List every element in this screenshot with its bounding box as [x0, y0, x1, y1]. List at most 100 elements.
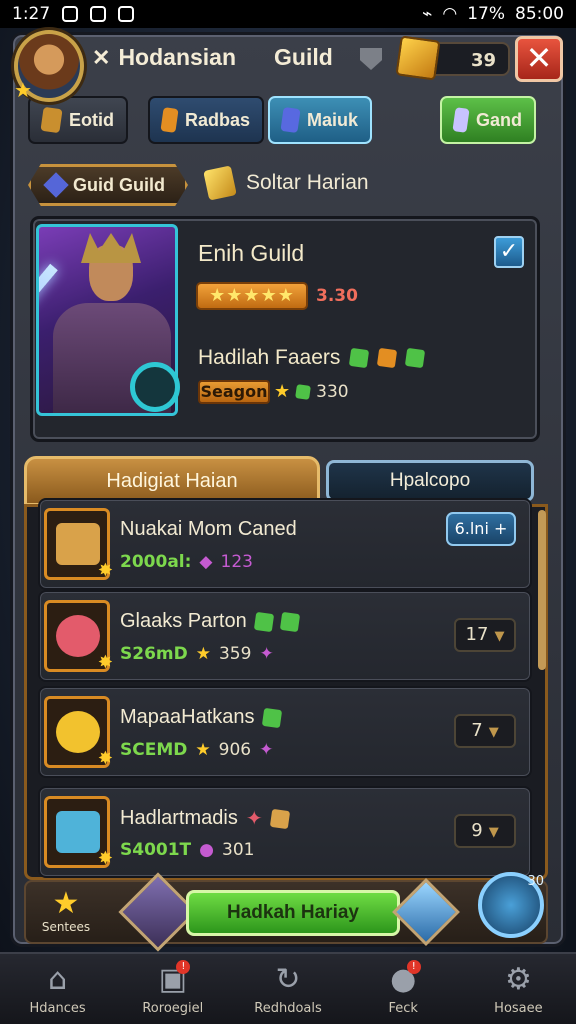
- blue-cube-icon: [280, 106, 301, 134]
- list-item[interactable]: ✸ Nuakai Mom Caned 2000al: ◆ 123 6.lni +: [38, 498, 532, 590]
- item-stats: S26mD ★ 359 ✦: [120, 644, 274, 664]
- scrollbar[interactable]: [538, 510, 546, 670]
- item-stat-tail: 301: [222, 840, 255, 860]
- chest-icon: [56, 523, 100, 565]
- item-stat-tail: 906: [218, 740, 252, 760]
- item-stats: 2000al: ◆ 123: [120, 552, 253, 572]
- chest-count: 30: [527, 874, 544, 889]
- item-name-text: MapaaHatkans: [120, 706, 255, 728]
- gold-cube-icon: [40, 106, 63, 134]
- nav-label: Feck: [388, 1000, 418, 1016]
- green-cube-icon: [279, 611, 300, 632]
- star-rating-value: 3.30: [316, 286, 358, 306]
- gem-icon: [56, 615, 100, 657]
- green-cube-icon: [261, 707, 282, 728]
- orange-cube-icon: [377, 347, 398, 369]
- home-icon: ⌂: [48, 962, 68, 997]
- guild-title-suffix: Guild: [274, 44, 333, 70]
- hero-checkbox[interactable]: ✓: [494, 236, 524, 268]
- quantity-dropdown[interactable]: 7 ▼: [454, 714, 516, 748]
- green-cube-icon: [405, 347, 426, 369]
- orange-cube-icon: [160, 107, 179, 133]
- notification-badge: !: [406, 960, 421, 974]
- gem-icon: ✦: [245, 808, 263, 830]
- chevron-down-icon: ▼: [488, 825, 499, 840]
- green-cube-icon: [253, 611, 274, 632]
- item-stat-value: SCEMD: [120, 740, 188, 760]
- gold-cube-icon: [395, 35, 441, 81]
- item-stats: SCEMD ★ 906 ✦: [120, 740, 273, 760]
- nav-label: Hosaee: [494, 1000, 543, 1016]
- season-extra: ★ 330: [274, 381, 349, 402]
- section-title-text: Soltar Harian: [246, 171, 369, 194]
- section-header: Guid Guild Soltar Harian: [28, 164, 558, 208]
- guild-title: ✕ Hodansian Guild: [92, 44, 333, 71]
- reward-row: Hadilah Faaers: [198, 346, 426, 370]
- quantity-dropdown[interactable]: 17 ▼: [454, 618, 516, 652]
- guild-badge[interactable]: Guid Guild: [28, 164, 188, 206]
- currency-counter[interactable]: 39: [395, 35, 510, 81]
- list-item[interactable]: ✸ Hadlartmadis ✦ S4001T ● 301 9 ▼: [38, 786, 532, 878]
- chest-button[interactable]: 30: [478, 872, 544, 938]
- item-stat-value: S4001T: [120, 840, 192, 860]
- item-action-button[interactable]: 6.lni +: [446, 512, 516, 546]
- tab-gand[interactable]: Gand: [440, 96, 536, 144]
- player-avatar[interactable]: [14, 30, 84, 102]
- tab-maiuk[interactable]: Maiuk: [268, 96, 372, 144]
- title-prefix-icon: ✕: [92, 44, 111, 70]
- nav-inventory[interactable]: ▣ ! Roroegiel: [115, 954, 230, 1024]
- top-tabs: Eotid Radbas Maiuk Gand: [20, 96, 560, 146]
- star-icon: ✸: [97, 560, 113, 581]
- reward-label: Hadilah Faaers: [198, 346, 341, 369]
- nav-home[interactable]: ⌂ Hdances: [0, 954, 115, 1024]
- star-icon: ★: [52, 886, 80, 921]
- gem-icon: ✦: [259, 740, 274, 760]
- star-icon: ★: [274, 381, 291, 402]
- item-name: Nuakai Mom Caned: [120, 518, 297, 540]
- tab-secondary[interactable]: Hpalcopo: [326, 460, 534, 502]
- tab-label: Maiuk: [306, 109, 358, 130]
- item-icon: ✸: [44, 696, 113, 769]
- status-clock: 85:00: [515, 4, 564, 24]
- lock-icon: [118, 6, 135, 22]
- battery-text: 17%: [467, 4, 505, 24]
- star-icon: ✸: [97, 652, 113, 673]
- list-item[interactable]: ✸ MapaaHatkans SCEMD ★ 906 ✦ 7 ▼: [38, 686, 532, 778]
- item-name-text: Hadlartmadis: [120, 807, 238, 829]
- app-icon: [90, 6, 107, 22]
- wifi-icon: ◠: [442, 4, 458, 24]
- nav-settings[interactable]: ⚙ Hosaee: [461, 954, 576, 1024]
- currency-value: 39: [470, 50, 496, 71]
- orb-icon: ●: [199, 840, 214, 860]
- crystal-icon: [452, 107, 470, 133]
- item-stat-tail: 123: [220, 552, 253, 572]
- nav-feck[interactable]: ● ! Feck: [346, 954, 461, 1024]
- bottom-nav: ⌂ Hdances ▣ ! Roroegiel ↻ Redhdoals ● ! …: [0, 952, 576, 1024]
- gold-cube-icon: [269, 808, 290, 829]
- star-rating: ★★★★★: [196, 282, 308, 310]
- tab-eotid[interactable]: Eotid: [28, 96, 128, 144]
- item-icon: ✸: [44, 796, 113, 869]
- gem-icon: ✦: [259, 644, 274, 664]
- hero-name: Enih Guild: [198, 240, 305, 266]
- sentees-button[interactable]: ★ Sentees: [34, 888, 98, 940]
- nav-label: Hdances: [29, 1000, 86, 1016]
- green-cube-icon: [295, 383, 312, 400]
- status-time: 1:27: [12, 4, 51, 24]
- sentees-label: Sentees: [41, 920, 91, 934]
- signal-icon: ⌁: [422, 4, 433, 24]
- quantity-dropdown[interactable]: 9 ▼: [454, 814, 516, 848]
- close-button[interactable]: ✕: [515, 36, 563, 82]
- item-stat-value: S26mD: [120, 644, 188, 664]
- item-name: Hadlartmadis ✦: [120, 806, 290, 831]
- chevron-down-icon: ▼: [494, 629, 505, 644]
- star-icon: ✸: [97, 848, 113, 869]
- tab-radbas[interactable]: Radbas: [148, 96, 264, 144]
- list-item[interactable]: ✸ Glaaks Parton S26mD ★ 359 ✦ 17 ▼: [38, 590, 532, 682]
- item-icon: ✸: [44, 600, 113, 673]
- item-name: MapaaHatkans: [120, 706, 282, 729]
- claim-button[interactable]: Hadkah Hariay: [186, 890, 400, 936]
- nav-refresh[interactable]: ↻ Redhdoals: [230, 954, 345, 1024]
- tab-label: Eotid: [69, 109, 114, 130]
- guild-badge-label: Guid Guild: [73, 174, 165, 195]
